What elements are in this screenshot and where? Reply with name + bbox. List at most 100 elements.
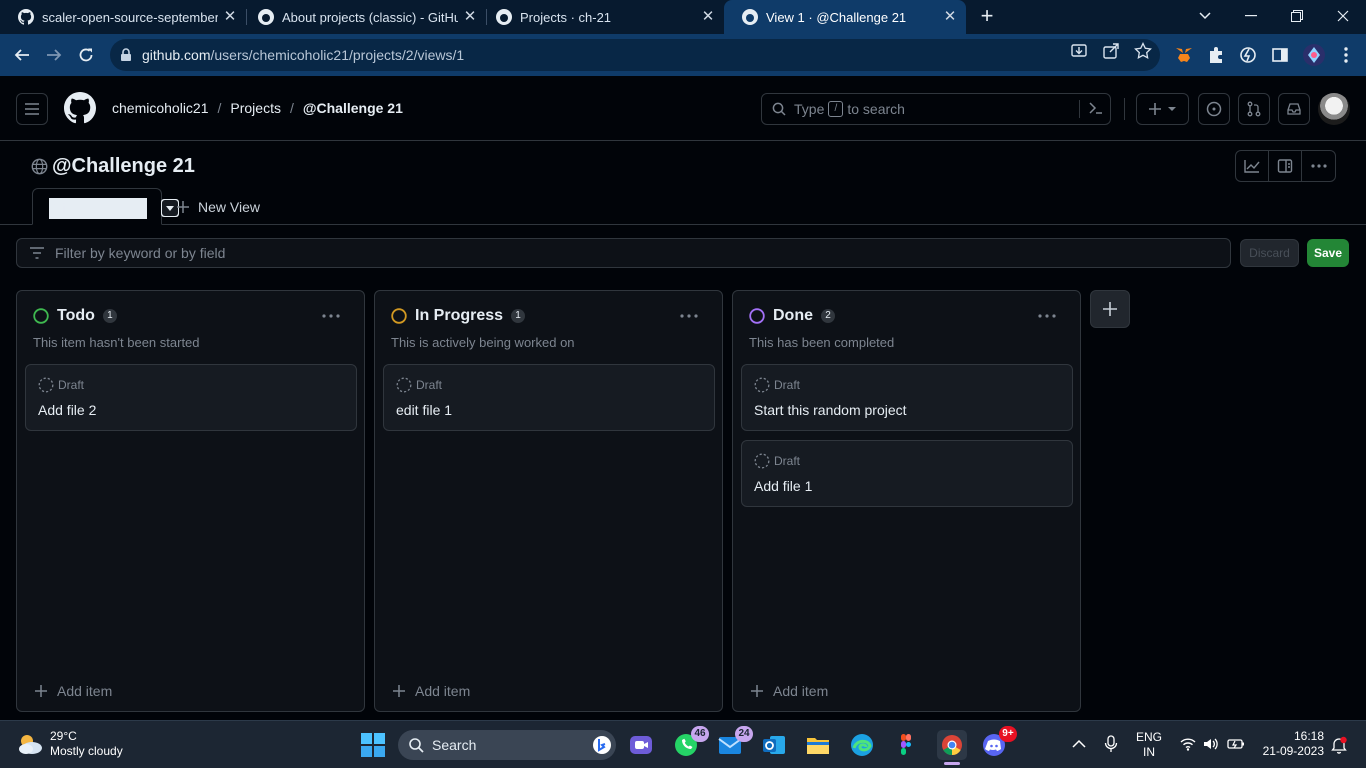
- close-tab-icon[interactable]: ✕: [942, 9, 958, 25]
- browser-tab-active[interactable]: View 1 · @Challenge 21 ✕: [724, 0, 966, 34]
- clock-time: 16:18: [1293, 729, 1324, 743]
- bing-icon[interactable]: [592, 735, 612, 755]
- back-button[interactable]: [10, 43, 34, 67]
- side-panel-toggle-icon[interactable]: [1269, 151, 1302, 181]
- language-indicator[interactable]: ENG IN: [1136, 730, 1162, 760]
- weather-widget[interactable]: 29°C Mostly cloudy: [16, 729, 123, 759]
- user-avatar[interactable]: [1318, 93, 1350, 125]
- card-title[interactable]: Start this random project: [754, 402, 907, 418]
- create-new-button[interactable]: [1136, 93, 1189, 125]
- card-title[interactable]: Add file 1: [754, 478, 812, 494]
- view-tab-active[interactable]: View 1: [32, 188, 179, 225]
- volume-icon[interactable]: [1203, 737, 1219, 754]
- tab-title: scaler-open-source-september-c: [42, 9, 218, 25]
- speed-extension-icon[interactable]: [1238, 45, 1258, 65]
- breadcrumb-user-link[interactable]: chemicoholic21: [112, 100, 209, 116]
- discord-app-icon[interactable]: 9+: [981, 726, 1017, 758]
- status-circle-icon: [391, 308, 407, 324]
- microphone-icon[interactable]: [1104, 735, 1118, 756]
- more-options-icon[interactable]: [1302, 151, 1335, 181]
- close-window-button[interactable]: [1320, 0, 1366, 32]
- board-card[interactable]: Draft Add file 1: [741, 440, 1073, 507]
- board-card[interactable]: Draft Start this random project: [741, 364, 1073, 431]
- share-icon[interactable]: [1102, 42, 1120, 60]
- system-clock[interactable]: 16:18 21-09-2023: [1260, 729, 1324, 759]
- notifications-icon[interactable]: [1331, 736, 1347, 757]
- minimize-button[interactable]: [1228, 0, 1274, 32]
- menu-button[interactable]: [16, 93, 48, 125]
- restore-button[interactable]: [1274, 0, 1320, 32]
- clock-date: 21-09-2023: [1262, 744, 1324, 758]
- figma-app-icon[interactable]: [893, 732, 919, 758]
- profile-avatar-icon[interactable]: [1302, 43, 1326, 67]
- column-title: Todo: [57, 307, 95, 324]
- reload-button[interactable]: [74, 43, 98, 67]
- global-search-input[interactable]: Type / to search: [761, 93, 1111, 125]
- discard-button[interactable]: Discard: [1240, 239, 1299, 267]
- browser-tab[interactable]: About projects (classic) - GitHub ✕: [240, 0, 486, 34]
- draft-label: Draft: [396, 377, 442, 393]
- close-tab-icon[interactable]: ✕: [462, 9, 478, 25]
- browser-tab[interactable]: scaler-open-source-september-c ✕: [0, 0, 246, 34]
- save-button[interactable]: Save: [1307, 239, 1349, 267]
- install-app-icon[interactable]: [1070, 42, 1088, 60]
- command-palette-icon[interactable]: [1079, 100, 1104, 118]
- filter-input[interactable]: Filter by keyword or by field: [16, 238, 1231, 268]
- card-title[interactable]: edit file 1: [396, 402, 452, 418]
- board-card[interactable]: Draft Add file 2: [25, 364, 357, 431]
- notification-badge: 9+: [999, 726, 1017, 742]
- tab-search-icon[interactable]: [1182, 0, 1228, 32]
- lock-icon[interactable]: [120, 48, 132, 62]
- draft-circle-icon: [754, 453, 770, 469]
- column-more-options-icon[interactable]: [322, 305, 340, 321]
- add-column-button[interactable]: [1090, 290, 1130, 328]
- weather-desc: Mostly cloudy: [50, 744, 123, 758]
- whatsapp-app-icon[interactable]: 46: [673, 726, 709, 758]
- chrome-browser-icon[interactable]: [937, 730, 967, 765]
- add-item-button[interactable]: Add item: [393, 683, 470, 699]
- windows-start-icon[interactable]: [361, 733, 385, 762]
- breadcrumb-projects-link[interactable]: Projects: [230, 100, 281, 116]
- breadcrumb-separator: /: [289, 100, 294, 116]
- side-panel-icon[interactable]: [1270, 45, 1290, 65]
- new-view-button[interactable]: New View: [177, 199, 260, 215]
- new-tab-button[interactable]: +: [976, 5, 998, 27]
- insights-chart-icon[interactable]: [1236, 151, 1269, 181]
- search-placeholder-prefix: Type: [794, 101, 825, 117]
- inbox-icon[interactable]: [1278, 93, 1310, 125]
- outlook-app-icon[interactable]: [761, 732, 787, 758]
- extensions-puzzle-icon[interactable]: [1206, 45, 1226, 65]
- plus-icon: [35, 685, 47, 697]
- address-bar[interactable]: github.com/users/chemicoholic21/projects…: [110, 39, 1160, 71]
- wifi-icon[interactable]: [1180, 737, 1196, 754]
- file-explorer-icon[interactable]: [805, 732, 831, 758]
- add-item-button[interactable]: Add item: [35, 683, 112, 699]
- browser-tab[interactable]: Projects · ch-21 ✕: [478, 0, 724, 34]
- github-logo-icon[interactable]: [64, 92, 96, 129]
- column-more-options-icon[interactable]: [1038, 305, 1056, 321]
- column-more-options-icon[interactable]: [680, 305, 698, 321]
- breadcrumb-current-project[interactable]: @Challenge 21: [303, 100, 403, 116]
- add-item-button[interactable]: Add item: [751, 683, 828, 699]
- issues-icon[interactable]: [1198, 93, 1230, 125]
- card-title[interactable]: Add file 2: [38, 402, 96, 418]
- close-tab-icon[interactable]: ✕: [222, 9, 238, 25]
- metamask-extension-icon[interactable]: [1174, 45, 1194, 65]
- active-app-indicator: [944, 762, 960, 765]
- mail-app-icon[interactable]: 24: [717, 726, 753, 758]
- weather-temp: 29°C: [50, 729, 77, 743]
- forward-button[interactable]: [42, 43, 66, 67]
- board-card[interactable]: Draft edit file 1: [383, 364, 715, 431]
- bookmark-star-icon[interactable]: [1134, 41, 1152, 60]
- edge-browser-icon[interactable]: [849, 732, 875, 758]
- url-text: github.com/users/chemicoholic21/projects…: [142, 47, 464, 63]
- close-tab-icon[interactable]: ✕: [700, 9, 716, 25]
- battery-icon[interactable]: [1227, 737, 1245, 754]
- meet-app-icon[interactable]: [628, 732, 654, 758]
- show-hidden-icons-icon[interactable]: [1072, 738, 1086, 752]
- browser-menu-icon[interactable]: [1336, 45, 1356, 65]
- taskbar-search[interactable]: Search: [398, 730, 616, 760]
- pull-requests-icon[interactable]: [1238, 93, 1270, 125]
- view-name-selected[interactable]: View 1: [49, 198, 147, 219]
- taskbar-search-label: Search: [432, 737, 477, 753]
